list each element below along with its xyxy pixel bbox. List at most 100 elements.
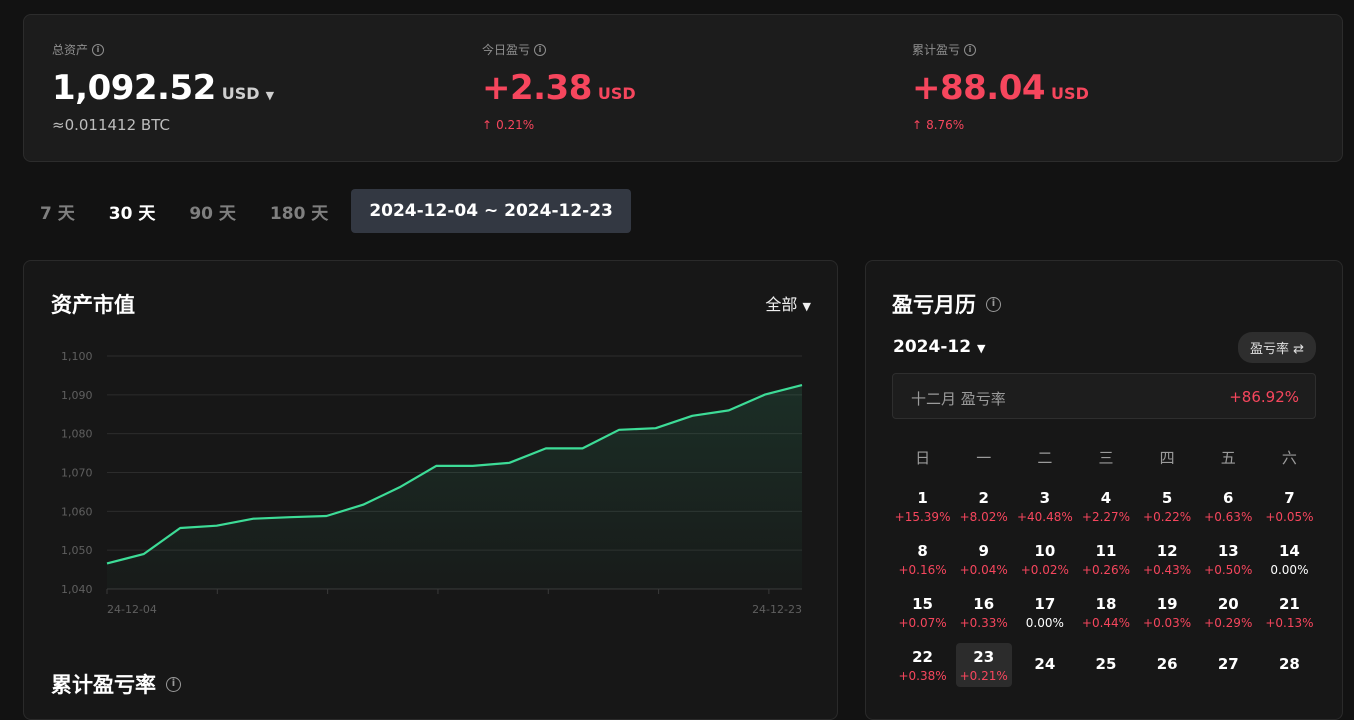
calendar-grid: 1 +15.39% 2 +8.02% 3+40.48% 4 +2.27% 5+0.22% 6 +0… (892, 486, 1320, 698)
day-number: 7 (1284, 489, 1294, 507)
cumulative-pnl-unit: USD (1051, 84, 1089, 103)
today-pnl-label: 今日盈亏 (482, 41, 530, 58)
y-tick-label: 1,050 (61, 544, 93, 557)
calendar-day[interactable]: 10+0.02% (1014, 539, 1075, 592)
calendar-day[interactable]: 3+40.48% (1014, 486, 1075, 539)
range-tab-180d[interactable]: 180 天 (253, 189, 345, 233)
calendar-day: 27 (1198, 645, 1259, 698)
day-number: 2 (978, 489, 988, 507)
calendar-day-today[interactable]: 23+0.21% (956, 643, 1012, 687)
info-icon[interactable]: i (986, 297, 1001, 312)
info-icon[interactable]: i (166, 677, 181, 692)
day-pnl-rate: +0.16% (898, 563, 946, 577)
total-assets-value: 1,092.52 (52, 68, 216, 108)
calendar-day[interactable]: 22 +0.38% (892, 645, 953, 698)
weekday-label: 二 (1014, 447, 1075, 468)
calendar-day[interactable]: 2 +8.02% (953, 486, 1014, 539)
day-pnl-rate: +15.39% (895, 510, 951, 524)
today-pnl-unit: USD (598, 84, 636, 103)
day-pnl-rate: +0.02% (1021, 563, 1069, 577)
calendar-day[interactable]: 8 +0.16% (892, 539, 953, 592)
day-number: 20 (1218, 595, 1239, 613)
month-summary-label: 十二月 盈亏率 (911, 388, 1006, 409)
asset-value-chart[interactable]: 1,1001,0901,0801,0701,0601,0501,04024-12… (24, 261, 839, 621)
weekday-label: 六 (1259, 447, 1320, 468)
day-number: 4 (1101, 489, 1111, 507)
calendar-day[interactable]: 18+0.44% (1075, 592, 1136, 645)
calendar-day[interactable]: 9+0.04% (953, 539, 1014, 592)
calendar-day[interactable]: 12+0.43% (1137, 539, 1198, 592)
calendar-day[interactable]: 21 +0.13% (1259, 592, 1320, 645)
calendar-day: 24 (1014, 645, 1075, 698)
calendar-day[interactable]: 20+0.29% (1198, 592, 1259, 645)
y-tick-label: 1,070 (61, 467, 93, 480)
day-number: 21 (1279, 595, 1300, 613)
day-number: 17 (1034, 595, 1055, 613)
calendar-day[interactable]: 7+0.05% (1259, 486, 1320, 539)
day-pnl-rate: +2.27% (1082, 510, 1130, 524)
calendar-day[interactable]: 13+0.50% (1198, 539, 1259, 592)
currency-selector[interactable]: USD (222, 84, 260, 103)
month-selector[interactable]: 2024-12 ▼ (893, 337, 985, 357)
calendar-day[interactable]: 19+0.03% (1137, 592, 1198, 645)
day-pnl-rate: +0.38% (898, 669, 946, 683)
day-number: 8 (917, 542, 927, 560)
calendar-day[interactable]: 11+0.26% (1075, 539, 1136, 592)
asset-value-panel: 资产市值 全部 ▼ 1,1001,0901,0801,0701,0601,050… (23, 260, 838, 720)
info-icon[interactable]: i (534, 44, 546, 56)
y-tick-label: 1,080 (61, 428, 93, 441)
day-pnl-rate: +0.44% (1082, 616, 1130, 630)
day-number: 15 (912, 595, 933, 613)
day-pnl-rate: 0.00% (1026, 616, 1064, 630)
y-tick-label: 1,060 (61, 505, 93, 518)
calendar-day: 26 (1137, 645, 1198, 698)
day-pnl-rate: +0.03% (1143, 616, 1191, 630)
caret-down-icon: ▼ (977, 342, 985, 355)
calendar-day[interactable]: 15 +0.07% (892, 592, 953, 645)
calendar-title: 盈亏月历 i (892, 289, 1001, 319)
day-pnl-rate: 0.00% (1270, 563, 1308, 577)
pnl-mode-toggle[interactable]: 盈亏率 ⇄ (1238, 332, 1316, 363)
cumulative-pnl-value: +88.04 (912, 68, 1045, 108)
calendar-day[interactable]: 4 +2.27% (1075, 486, 1136, 539)
calendar-day[interactable]: 16+0.33% (953, 592, 1014, 645)
pnl-mode-label: 盈亏率 (1250, 342, 1289, 357)
calendar-day: 25 (1075, 645, 1136, 698)
day-number: 22 (912, 648, 933, 666)
y-tick-label: 1,040 (61, 583, 93, 596)
weekday-header: 日一二三四五六 (892, 447, 1320, 468)
day-number: 1 (917, 489, 927, 507)
day-pnl-rate: +0.13% (1265, 616, 1313, 630)
weekday-label: 四 (1137, 447, 1198, 468)
day-pnl-rate: +8.02% (960, 510, 1008, 524)
today-pnl: 今日盈亏 i +2.38 USD ↑ 0.21% (482, 41, 636, 132)
day-pnl-rate: +0.26% (1082, 563, 1130, 577)
today-pnl-value: +2.38 (482, 68, 592, 108)
info-icon[interactable]: i (92, 44, 104, 56)
swap-icon: ⇄ (1293, 342, 1304, 357)
day-number: 6 (1223, 489, 1233, 507)
day-pnl-rate: +0.07% (898, 616, 946, 630)
info-icon[interactable]: i (964, 44, 976, 56)
btc-equivalent: ≈0.011412 BTC (52, 116, 274, 134)
calendar-day[interactable]: 1 +15.39% (892, 486, 953, 539)
y-tick-label: 1,100 (61, 350, 93, 363)
calendar-day[interactable]: 17 0.00% (1014, 592, 1075, 645)
range-tab-7d[interactable]: 7 天 (23, 189, 92, 233)
pnl-rate-title-text: 累计盈亏率 (51, 669, 156, 699)
day-pnl-rate: +0.63% (1204, 510, 1252, 524)
day-number: 23 (973, 648, 994, 666)
range-tab-30d[interactable]: 30 天 (92, 189, 173, 233)
calendar-day[interactable]: 6 +0.63% (1198, 486, 1259, 539)
caret-down-icon[interactable]: ▼ (266, 89, 274, 102)
day-pnl-rate: +0.33% (960, 616, 1008, 630)
calendar-day[interactable]: 5+0.22% (1137, 486, 1198, 539)
arrow-up-icon: ↑ (482, 118, 492, 132)
range-tab-90d[interactable]: 90 天 (172, 189, 253, 233)
day-number: 24 (1034, 655, 1055, 673)
date-range-picker[interactable]: 2024-12-04 ~ 2024-12-23 (351, 189, 631, 233)
pnl-calendar-panel: 盈亏月历 i 2024-12 ▼ 盈亏率 ⇄ 十二月 盈亏率 +86.92% 日… (865, 260, 1343, 720)
asset-summary-card: 总资产 i 1,092.52 USD ▼ ≈0.011412 BTC 今日盈亏 … (23, 14, 1343, 162)
day-number: 3 (1040, 489, 1050, 507)
calendar-day[interactable]: 140.00% (1259, 539, 1320, 592)
